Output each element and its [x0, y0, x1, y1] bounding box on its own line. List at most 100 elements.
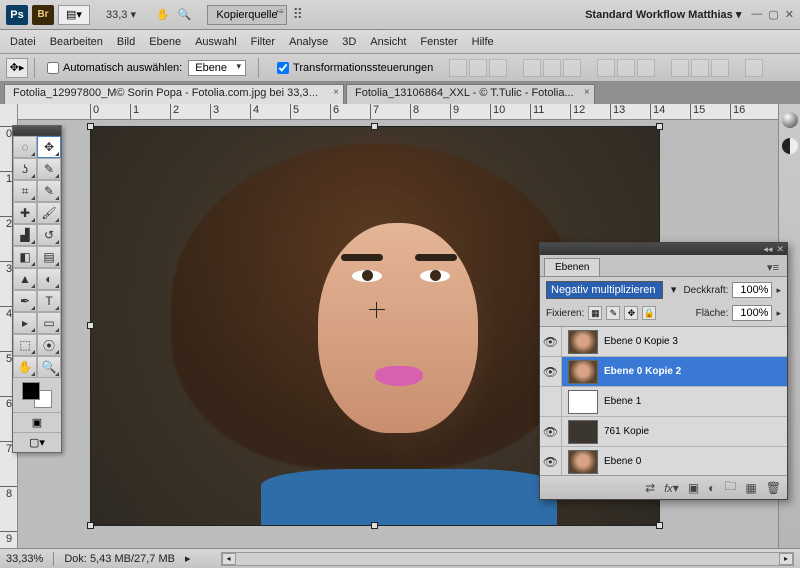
- align-right-icon[interactable]: [563, 59, 581, 77]
- align-top-icon[interactable]: [449, 59, 467, 77]
- align-bottom-icon[interactable]: [489, 59, 507, 77]
- menu-bild[interactable]: Bild: [117, 36, 135, 48]
- zoom-icon[interactable]: 🔍: [178, 8, 192, 21]
- layer-thumbnail[interactable]: [568, 360, 598, 384]
- visibility-eye-icon[interactable]: 👁: [540, 417, 562, 446]
- color-panel-icon[interactable]: [782, 112, 798, 128]
- zoom-tool[interactable]: 🔍: [37, 356, 61, 378]
- opacity-input[interactable]: 100%: [732, 282, 772, 298]
- visibility-eye-icon[interactable]: [540, 387, 562, 416]
- menu-3d[interactable]: 3D: [342, 36, 356, 48]
- path-select-tool[interactable]: ▸: [13, 312, 37, 334]
- layer-list[interactable]: 👁 Ebene 0 Kopie 3 👁 Ebene 0 Kopie 2 Ebene 1 👁…: [540, 327, 787, 475]
- lasso-tool[interactable]: ʖ: [13, 158, 37, 180]
- toolbox-grip[interactable]: [13, 126, 61, 136]
- status-doc-size[interactable]: Dok: 5,43 MB/27,7 MB: [64, 553, 175, 565]
- menu-analyse[interactable]: Analyse: [289, 36, 328, 48]
- lock-all-icon[interactable]: 🔒: [642, 306, 656, 320]
- layer-group-icon[interactable]: 🗀: [724, 477, 736, 498]
- lock-position-icon[interactable]: ✥: [624, 306, 638, 320]
- heal-tool[interactable]: ✚: [13, 202, 37, 224]
- brush-tool[interactable]: 🖌: [37, 202, 61, 224]
- adjustment-layer-icon[interactable]: ◐: [708, 481, 715, 495]
- marquee-tool[interactable]: ◌: [13, 136, 37, 158]
- layer-thumbnail[interactable]: [568, 390, 598, 414]
- layer-name[interactable]: 761 Kopie: [604, 426, 787, 437]
- panel-grip-icon[interactable]: ⠿: [293, 6, 303, 23]
- link-layers-icon[interactable]: ⇄: [645, 481, 655, 495]
- layer-name[interactable]: Ebene 0 Kopie 2: [604, 366, 787, 377]
- dodge-tool[interactable]: ◐: [37, 268, 61, 290]
- menu-datei[interactable]: Datei: [10, 36, 36, 48]
- fill-input[interactable]: 100%: [732, 305, 772, 321]
- new-layer-icon[interactable]: ▦: [745, 481, 756, 495]
- visibility-eye-icon[interactable]: 👁: [540, 357, 562, 386]
- dist-2-icon[interactable]: [617, 59, 635, 77]
- h-scrollbar[interactable]: ◂ ▸: [221, 552, 794, 566]
- align-hcenter-icon[interactable]: [543, 59, 561, 77]
- autoselect-target-combo[interactable]: Ebene: [188, 60, 246, 76]
- lock-pixels-icon[interactable]: ✎: [606, 306, 620, 320]
- eraser-tool[interactable]: ◧: [13, 246, 37, 268]
- screenmode-toggle[interactable]: ▢▾: [13, 432, 61, 452]
- shape-tool[interactable]: ▭: [37, 312, 61, 334]
- blend-mode-select[interactable]: Negativ multiplizieren: [546, 281, 663, 299]
- delete-layer-icon[interactable]: 🗑: [766, 481, 781, 495]
- layer-row[interactable]: Ebene 1: [540, 387, 787, 417]
- menu-fenster[interactable]: Fenster: [420, 36, 457, 48]
- visibility-eye-icon[interactable]: 👁: [540, 447, 562, 475]
- chevron-right-icon[interactable]: ▸: [776, 285, 781, 296]
- close-button[interactable]: ✕: [785, 8, 794, 21]
- photoshop-icon[interactable]: Ps: [6, 5, 28, 25]
- adjustments-panel-icon[interactable]: [782, 138, 798, 154]
- visibility-eye-icon[interactable]: 👁: [540, 327, 562, 356]
- status-zoom[interactable]: 33,33%: [6, 553, 43, 565]
- dist-1-icon[interactable]: [597, 59, 615, 77]
- menu-ebene[interactable]: Ebene: [149, 36, 181, 48]
- menu-hilfe[interactable]: Hilfe: [472, 36, 494, 48]
- minimize-button[interactable]: —: [751, 8, 762, 21]
- layer-thumbnail[interactable]: [568, 450, 598, 474]
- quick-select-tool[interactable]: ✎: [37, 158, 61, 180]
- layer-row[interactable]: 👁 Ebene 0: [540, 447, 787, 475]
- bridge-icon[interactable]: Br: [32, 5, 54, 25]
- layer-name[interactable]: Ebene 1: [604, 396, 787, 407]
- layer-name[interactable]: Ebene 0: [604, 456, 787, 467]
- chevron-right-icon[interactable]: ▸: [185, 552, 191, 565]
- blur-tool[interactable]: ▲: [13, 268, 37, 290]
- align-vcenter-icon[interactable]: [469, 59, 487, 77]
- quickmask-toggle[interactable]: ▣: [13, 412, 61, 432]
- layer-thumbnail[interactable]: [568, 330, 598, 354]
- autoselect-checkbox[interactable]: Automatisch auswählen:: [47, 62, 182, 74]
- zoom-indicator[interactable]: 33,3 ▾: [106, 8, 136, 21]
- transform-controls-checkbox[interactable]: Transformationssteuerungen: [277, 62, 433, 74]
- transform-center-icon[interactable]: [369, 302, 385, 318]
- hand-icon[interactable]: ✋: [156, 8, 170, 21]
- close-icon[interactable]: ×: [584, 87, 590, 98]
- layer-name[interactable]: Ebene 0 Kopie 3: [604, 336, 787, 347]
- menu-ansicht[interactable]: Ansicht: [370, 36, 406, 48]
- current-tool-icon[interactable]: ✥▸: [6, 58, 28, 78]
- layers-tab[interactable]: Ebenen: [544, 258, 600, 276]
- stamp-tool[interactable]: ▟: [13, 224, 37, 246]
- menu-filter[interactable]: Filter: [251, 36, 275, 48]
- doc-tab-active[interactable]: Fotolia_12997800_M© Sorin Popa - Fotolia…: [4, 84, 344, 104]
- crop-tool[interactable]: ⌗: [13, 180, 37, 202]
- panel-header[interactable]: ◂◂ ✕: [540, 243, 787, 255]
- close-icon[interactable]: ×: [333, 87, 339, 98]
- minibridge-icon[interactable]: ▤▾: [58, 5, 90, 25]
- layer-thumbnail[interactable]: [568, 420, 598, 444]
- maximize-button[interactable]: ▢: [768, 8, 778, 21]
- layer-fx-icon[interactable]: fx▾: [664, 481, 679, 495]
- dist-6-icon[interactable]: [711, 59, 729, 77]
- eyedropper-tool[interactable]: ✎: [37, 180, 61, 202]
- type-tool[interactable]: T: [37, 290, 61, 312]
- layer-row[interactable]: 👁 Ebene 0 Kopie 2: [540, 357, 787, 387]
- align-left-icon[interactable]: [523, 59, 541, 77]
- panel-collapse-icon[interactable]: ◂◂: [763, 244, 772, 255]
- panel-menu-icon[interactable]: ▾≡: [763, 259, 783, 276]
- layer-row[interactable]: 👁 Ebene 0 Kopie 3: [540, 327, 787, 357]
- scroll-right-icon[interactable]: ▸: [779, 553, 793, 565]
- menu-bearbeiten[interactable]: Bearbeiten: [50, 36, 103, 48]
- panel-close-icon[interactable]: ✕: [776, 244, 784, 255]
